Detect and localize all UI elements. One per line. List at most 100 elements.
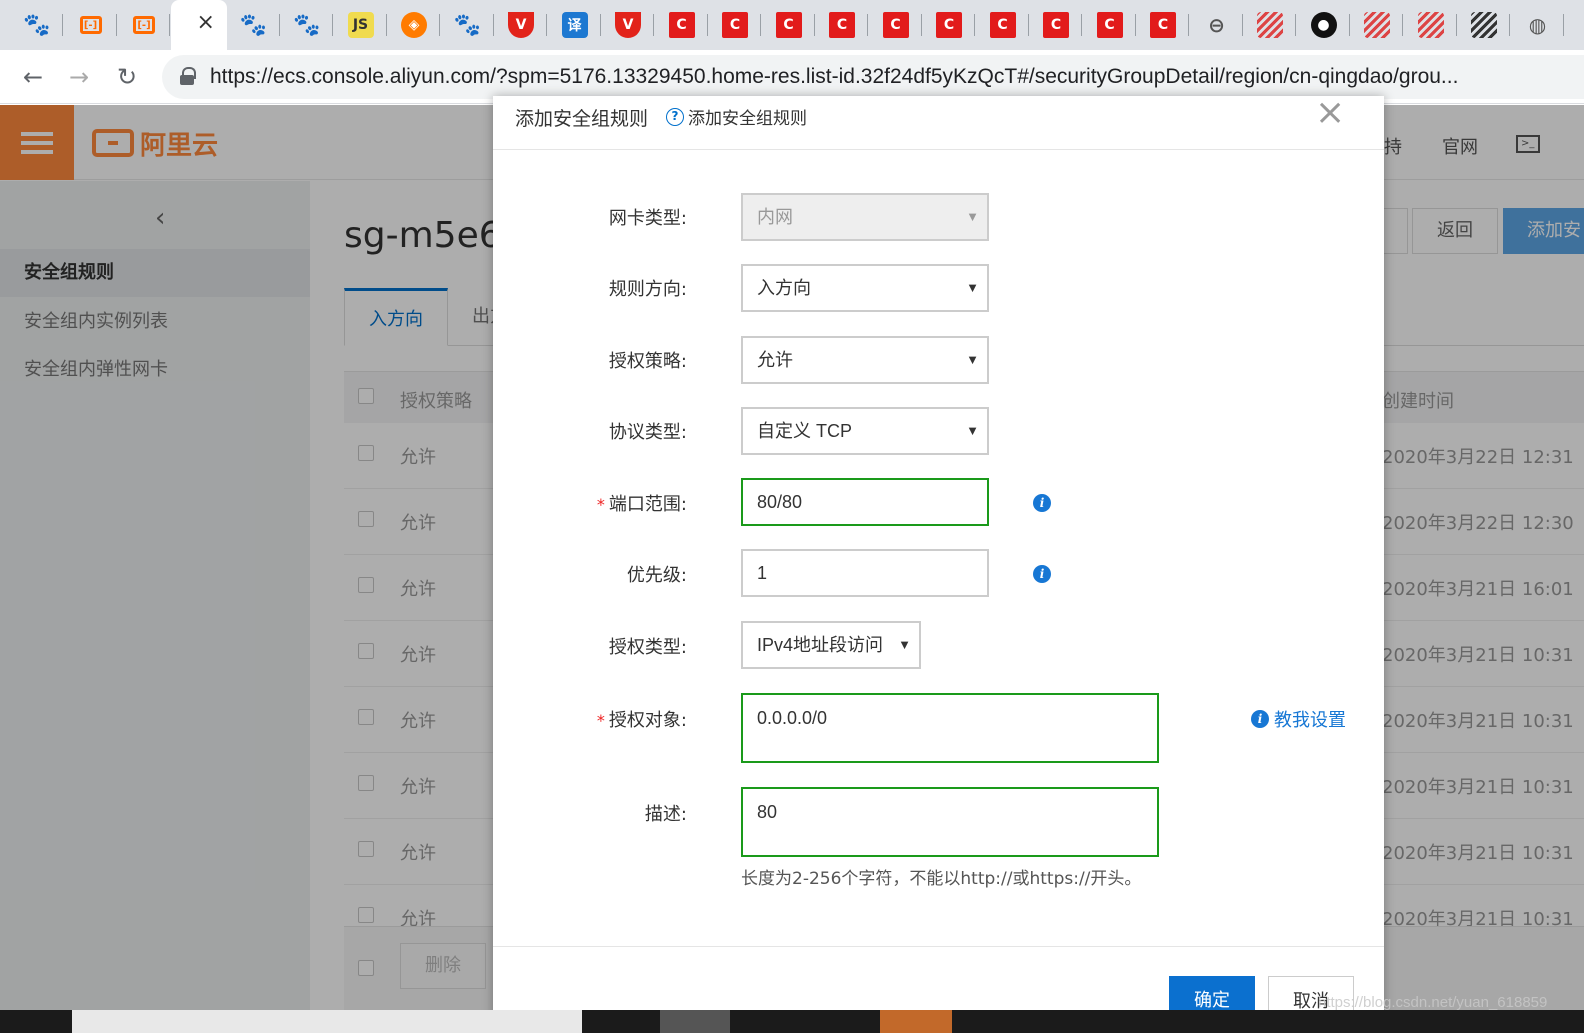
browser-tab[interactable]: V bbox=[601, 0, 654, 50]
browser-tab[interactable]: C bbox=[815, 0, 868, 50]
browser-tab[interactable] bbox=[1457, 0, 1510, 50]
tab-close-icon[interactable]: × bbox=[197, 10, 215, 35]
translate-icon: 译 bbox=[561, 12, 588, 38]
direction-select[interactable]: 入方向 ▼ bbox=[741, 264, 989, 312]
striped-icon bbox=[1417, 12, 1444, 38]
watermark: https://blog.csdn.net/yuan_618859 bbox=[1318, 994, 1548, 1011]
striped-icon bbox=[1364, 12, 1390, 38]
nic-type-label: 网卡类型: bbox=[608, 208, 687, 229]
browser-tab[interactable]: JS bbox=[334, 0, 387, 50]
csdn-icon: C bbox=[936, 12, 962, 38]
browser-tab[interactable]: C bbox=[708, 0, 761, 50]
tab-separator bbox=[169, 14, 170, 36]
info-icon[interactable]: i bbox=[1033, 565, 1051, 583]
csdn-icon: C bbox=[882, 12, 909, 38]
chevron-down-icon: ▼ bbox=[898, 637, 911, 652]
port-range-label-text: 端口范围: bbox=[608, 494, 687, 515]
csdn-icon: C bbox=[1043, 12, 1069, 38]
baidu-paw-icon: 🐾 bbox=[239, 12, 268, 38]
globe-icon: ◍ bbox=[1528, 13, 1547, 37]
browser-tab[interactable]: 🐾 bbox=[280, 0, 333, 50]
csdn-icon: C bbox=[989, 12, 1016, 38]
policy-value: 允许 bbox=[757, 350, 793, 370]
info-icon: i bbox=[1251, 710, 1269, 728]
browser-tab[interactable]: ● bbox=[1297, 0, 1350, 50]
reload-icon[interactable]: ↻ bbox=[112, 62, 142, 92]
browser-tab[interactable] bbox=[1404, 0, 1457, 50]
dialog-title: 添加安全组规则 bbox=[515, 108, 649, 130]
taskbar-segment bbox=[880, 1010, 952, 1033]
vue-icon: V bbox=[615, 12, 641, 38]
browser-tab[interactable]: ◍ bbox=[1511, 0, 1564, 50]
forward-arrow-icon[interactable]: → bbox=[64, 62, 94, 92]
browser-tab[interactable]: C bbox=[1083, 0, 1136, 50]
taskbar-segment bbox=[72, 1010, 582, 1033]
direction-label: 规则方向: bbox=[608, 279, 687, 300]
browser-tab[interactable]: ◈ bbox=[387, 0, 440, 50]
csdn-icon: C bbox=[829, 12, 855, 38]
browser-tab[interactable]: C bbox=[976, 0, 1029, 50]
aliyun-icon: [-] bbox=[133, 16, 155, 34]
url-text: https://ecs.console.aliyun.com/?spm=5176… bbox=[210, 65, 1459, 88]
dialog-help-link[interactable]: ? 添加安全组规则 bbox=[666, 104, 807, 129]
browser-tab[interactable]: × bbox=[170, 0, 227, 50]
auth-object-textarea[interactable]: 0.0.0.0/0 bbox=[741, 693, 1159, 763]
browser-tab[interactable]: C bbox=[869, 0, 922, 50]
browser-tab[interactable]: ⊖ bbox=[1190, 0, 1243, 50]
js-icon: JS bbox=[347, 12, 374, 38]
browser-tab[interactable]: V bbox=[494, 0, 547, 50]
port-range-label: * 端口范围: bbox=[507, 490, 687, 516]
taskbar-segment bbox=[660, 1010, 730, 1033]
csdn-icon: C bbox=[775, 12, 802, 38]
nic-type-value: 内网 bbox=[757, 207, 793, 227]
auth-type-value: IPv4地址段访问 bbox=[757, 635, 884, 655]
protocol-value: 自定义 TCP bbox=[757, 421, 853, 441]
dialog-header: 添加安全组规则 ? 添加安全组规则 × bbox=[493, 95, 1384, 150]
policy-select[interactable]: 允许 ▼ bbox=[741, 336, 989, 384]
csdn-icon: C bbox=[1150, 12, 1176, 38]
dialog-help-label: 添加安全组规则 bbox=[688, 109, 807, 129]
question-icon: ? bbox=[666, 107, 684, 126]
browser-tab[interactable]: [-] bbox=[117, 0, 170, 50]
auth-type-select[interactable]: IPv4地址段访问 ▼ bbox=[741, 621, 921, 669]
browser-tab[interactable]: C bbox=[762, 0, 815, 50]
port-range-input[interactable]: 80/80 bbox=[741, 478, 989, 526]
chevron-down-icon: ▼ bbox=[966, 209, 979, 224]
browser-tab-strip: 🐾 [-] [-] × 🐾 🐾 JS ◈ 🐾 V 译 V C C C C C C C C C C ⊖ ● ◍ bbox=[0, 0, 1584, 50]
address-bar[interactable]: https://ecs.console.aliyun.com/?spm=5176… bbox=[162, 55, 1584, 99]
github-icon: ● bbox=[1310, 12, 1337, 38]
browser-tab[interactable]: C bbox=[922, 0, 975, 50]
protocol-label: 协议类型: bbox=[608, 422, 687, 443]
baidu-paw-icon: 🐾 bbox=[293, 12, 321, 38]
priority-input[interactable]: 1 bbox=[741, 549, 989, 597]
vue-icon: V bbox=[508, 12, 534, 38]
striped-dark-icon bbox=[1471, 12, 1497, 38]
csdn-icon: C bbox=[668, 12, 695, 38]
browser-tab[interactable]: 🐾 bbox=[441, 0, 494, 50]
chevron-down-icon: ▼ bbox=[966, 423, 979, 438]
back-arrow-icon[interactable]: ← bbox=[18, 62, 48, 92]
globe-lines-icon: ⊖ bbox=[1208, 13, 1225, 37]
browser-tab[interactable] bbox=[1350, 0, 1403, 50]
info-icon[interactable]: i bbox=[1033, 494, 1051, 512]
description-textarea[interactable]: 80 bbox=[741, 787, 1159, 857]
browser-tab[interactable]: C bbox=[1029, 0, 1082, 50]
browser-tab[interactable]: 译 bbox=[548, 0, 601, 50]
browser-tab[interactable]: 🐾 bbox=[10, 0, 63, 50]
lock-icon bbox=[180, 67, 196, 85]
chevron-down-icon: ▼ bbox=[966, 352, 979, 367]
browser-tab[interactable]: C bbox=[655, 0, 708, 50]
teach-me-link[interactable]: i 教我设置 bbox=[1251, 706, 1346, 732]
tab-separator bbox=[1562, 14, 1564, 36]
browser-tab[interactable]: [-] bbox=[64, 0, 117, 50]
csdn-icon: C bbox=[722, 12, 748, 38]
browser-tab[interactable]: C bbox=[1136, 0, 1189, 50]
striped-icon bbox=[1257, 12, 1283, 38]
dialog-footer-divider bbox=[493, 946, 1384, 947]
policy-label: 授权策略: bbox=[608, 351, 687, 372]
browser-tab[interactable] bbox=[1243, 0, 1296, 50]
close-icon[interactable]: × bbox=[1315, 95, 1345, 131]
os-taskbar bbox=[0, 1010, 1584, 1033]
browser-tab[interactable]: 🐾 bbox=[227, 0, 280, 50]
protocol-select[interactable]: 自定义 TCP ▼ bbox=[741, 407, 989, 455]
